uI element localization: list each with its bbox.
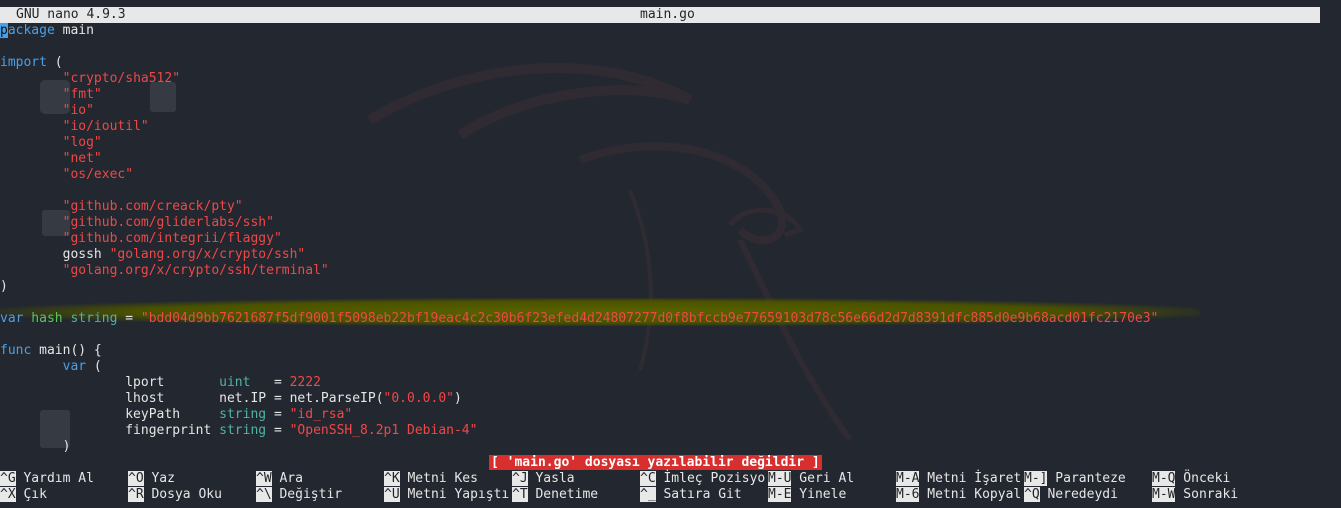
code-line[interactable]: "log": [0, 135, 1341, 151]
shortcut-item[interactable]: M-U Geri Al: [768, 471, 854, 487]
code-line[interactable]: "io": [0, 103, 1341, 119]
code-line[interactable]: func main() {: [0, 343, 1341, 359]
shortcut-item[interactable]: ^J Yasla: [512, 471, 575, 487]
code-line[interactable]: fingerprint string = "OpenSSH_8.2p1 Debi…: [0, 423, 1341, 439]
package-keyword: ackage: [7, 23, 55, 38]
shortcut-item[interactable]: M-W Sonraki: [1152, 487, 1238, 503]
code-line[interactable]: var (: [0, 359, 1341, 375]
file-name: main.go: [640, 7, 695, 22]
shortcut-key: ^X: [0, 487, 16, 502]
status-message: [ 'main.go' dosyası yazılabilir değildir…: [489, 455, 822, 470]
shortcut-label: Metni Yapıştı: [399, 487, 510, 502]
shortcut-label: Sonraki: [1175, 487, 1239, 502]
shortcut-key: ^K: [384, 471, 400, 486]
hash-value: "bdd04d9bb7621687f5df9001f5098eb22bf19ea…: [140, 311, 1159, 326]
shortcut-item[interactable]: ^Q Neredeydi: [1024, 487, 1118, 503]
code-line[interactable]: lhost net.IP = net.ParseIP("0.0.0.0"): [0, 391, 1341, 407]
shortcut-item[interactable]: ^O Yaz: [128, 471, 175, 487]
shortcut-label: Yasla: [527, 471, 575, 486]
shortcut-item[interactable]: ^R Dosya Oku: [128, 487, 222, 503]
shortcut-item[interactable]: ^C İmleç Pozisyo: [640, 471, 765, 487]
shortcut-key: ^T: [512, 487, 528, 502]
code-line[interactable]: "github.com/gliderlabs/ssh": [0, 215, 1341, 231]
shortcut-label: İmleç Pozisyo: [655, 471, 766, 486]
code-line[interactable]: "github.com/integrii/flaggy": [0, 231, 1341, 247]
shortcut-label: Çık: [15, 487, 47, 502]
shortcut-key: ^G: [0, 471, 16, 486]
shortcut-label: Yinele: [791, 487, 847, 502]
code-line[interactable]: "fmt": [0, 87, 1341, 103]
code-line[interactable]: package main: [0, 23, 1341, 39]
title-bar: GNU nano 4.9.3 main.go: [0, 7, 1320, 23]
shortcut-item[interactable]: ^X Çık: [0, 487, 47, 503]
import-keyword: import: [0, 55, 47, 70]
code-line[interactable]: ): [0, 279, 1341, 295]
code-line[interactable]: var hash string = "bdd04d9bb7621687f5df9…: [0, 311, 1341, 327]
shortcut-label: Ara: [271, 471, 303, 486]
shortcut-label: Geri Al: [791, 471, 855, 486]
shortcut-label: Değiştir: [271, 487, 343, 502]
code-line[interactable]: lport uint = 2222: [0, 375, 1341, 391]
shortcut-key: M-6: [896, 487, 920, 502]
shortcut-item[interactable]: ^K Metni Kes: [384, 471, 478, 487]
code-line[interactable]: gossh "golang.org/x/crypto/ssh": [0, 247, 1341, 263]
shortcut-item[interactable]: M-Q Önceki: [1152, 471, 1230, 487]
shortcut-item[interactable]: M-A Metni İşaret: [896, 471, 1021, 487]
code-line[interactable]: keyPath string = "id_rsa": [0, 407, 1341, 423]
cursor: p: [0, 23, 8, 38]
shortcut-key: M-U: [768, 471, 792, 486]
shortcut-label: Denetime: [527, 487, 599, 502]
shortcut-label: Yardım Al: [15, 471, 94, 486]
shortcut-key: ^C: [640, 471, 656, 486]
shortcut-label: Yaz: [143, 471, 175, 486]
shortcut-key: ^\: [256, 487, 272, 502]
shortcut-key: ^Q: [1024, 487, 1040, 502]
shortcut-key: M-Q: [1152, 471, 1176, 486]
shortcut-item[interactable]: M-E Yinele: [768, 487, 846, 503]
code-line[interactable]: ): [0, 439, 1341, 455]
shortcut-key: M-A: [896, 471, 920, 486]
shortcut-label: Metni İşaret: [919, 471, 1022, 486]
shortcut-item[interactable]: ^W Ara: [256, 471, 303, 487]
editor-area[interactable]: package main import ( "crypto/sha512" "f…: [0, 23, 1341, 455]
shortcut-item[interactable]: ^_ Satıra Git: [640, 487, 742, 503]
shortcut-item[interactable]: M-6 Metni Kopyal: [896, 487, 1021, 503]
shortcut-label: Satıra Git: [655, 487, 742, 502]
shortcut-key: ^_: [640, 487, 656, 502]
code-line[interactable]: [0, 295, 1341, 311]
shortcut-key: M-]: [1024, 471, 1048, 486]
code-line[interactable]: [0, 39, 1341, 55]
shortcut-key: M-E: [768, 487, 792, 502]
code-line[interactable]: "crypto/sha512": [0, 71, 1341, 87]
code-line[interactable]: "net": [0, 151, 1341, 167]
code-line[interactable]: "golang.org/x/crypto/ssh/terminal": [0, 263, 1341, 279]
shortcut-item[interactable]: M-] Paranteze: [1024, 471, 1126, 487]
code-line[interactable]: "io/ioutil": [0, 119, 1341, 135]
code-line[interactable]: "os/exec": [0, 167, 1341, 183]
shortcut-item[interactable]: ^\ Değiştir: [256, 487, 342, 503]
shortcut-key: ^U: [384, 487, 400, 502]
shortcut-label: Paranteze: [1047, 471, 1126, 486]
shortcut-label: Metni Kopyal: [919, 487, 1022, 502]
shortcut-key: ^J: [512, 471, 528, 486]
code-line[interactable]: [0, 327, 1341, 343]
shortcut-label: Neredeydi: [1039, 487, 1118, 502]
shortcut-label: Önceki: [1175, 471, 1231, 486]
shortcut-key: ^O: [128, 471, 144, 486]
shortcut-item[interactable]: ^G Yardım Al: [0, 471, 94, 487]
shortcut-key: M-W: [1152, 487, 1176, 502]
shortcut-item[interactable]: ^U Metni Yapıştı: [384, 487, 509, 503]
shortcut-item[interactable]: ^T Denetime: [512, 487, 598, 503]
shortcut-label: Dosya Oku: [143, 487, 222, 502]
shortcut-key: ^W: [256, 471, 272, 486]
code-line[interactable]: [0, 183, 1341, 199]
code-line[interactable]: "github.com/creack/pty": [0, 199, 1341, 215]
shortcut-bar: ^G Yardım Al ^O Yaz ^W Ara ^K Metni Kes ^J Y…: [0, 471, 1341, 507]
shortcut-label: Metni Kes: [399, 471, 478, 486]
code-line[interactable]: import (: [0, 55, 1341, 71]
nano-version: GNU nano 4.9.3: [16, 7, 126, 22]
shortcut-key: ^R: [128, 487, 144, 502]
